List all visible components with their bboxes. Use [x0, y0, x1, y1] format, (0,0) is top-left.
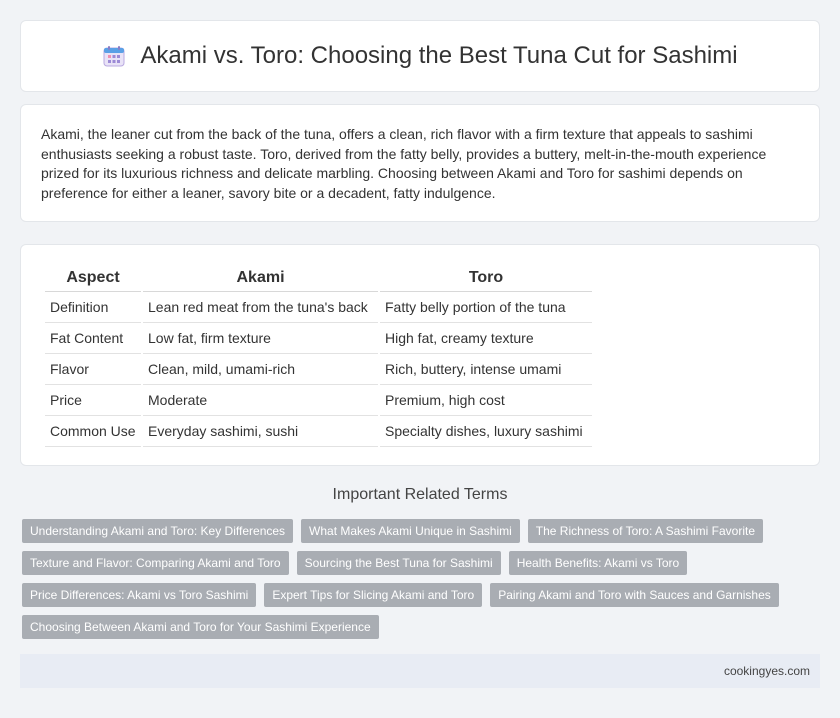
table-row: Price Moderate Premium, high cost: [45, 385, 592, 416]
calendar-icon: [102, 44, 126, 68]
footer-site-name: cookingyes.com: [723, 664, 810, 678]
related-term-tag[interactable]: The Richness of Toro: A Sashimi Favorite: [527, 519, 764, 543]
related-term-tag[interactable]: Texture and Flavor: Comparing Akami and …: [22, 551, 289, 575]
related-term-tag[interactable]: Health Benefits: Akami vs Toro: [508, 551, 688, 575]
table-cell: Flavor: [45, 354, 141, 385]
table-cell: Definition: [45, 292, 141, 323]
comparison-table: Aspect Akami Toro Definition Lean red me…: [43, 265, 594, 447]
footer: cookingyes.com: [20, 654, 820, 688]
column-header-toro: Toro: [380, 265, 592, 292]
table-header-row: Aspect Akami Toro: [45, 265, 592, 292]
related-term-tag[interactable]: Price Differences: Akami vs Toro Sashimi: [22, 583, 257, 607]
related-term-tag[interactable]: Sourcing the Best Tuna for Sashimi: [296, 551, 501, 575]
table-row: Fat Content Low fat, firm texture High f…: [45, 323, 592, 354]
table-cell: High fat, creamy texture: [380, 323, 592, 354]
table-cell: Moderate: [143, 385, 378, 416]
table-row: Definition Lean red meat from the tuna's…: [45, 292, 592, 323]
table-row: Common Use Everyday sashimi, sushi Speci…: [45, 416, 592, 447]
table-cell: Clean, mild, umami-rich: [143, 354, 378, 385]
table-row: Flavor Clean, mild, umami-rich Rich, but…: [45, 354, 592, 385]
intro-card: Akami, the leaner cut from the back of t…: [20, 104, 820, 222]
table-cell: Price: [45, 385, 141, 416]
related-term-tag[interactable]: Choosing Between Akami and Toro for Your…: [22, 615, 379, 639]
table-cell: Low fat, firm texture: [143, 323, 378, 354]
related-terms-title: Important Related Terms: [332, 486, 508, 503]
related-term-tag[interactable]: What Makes Akami Unique in Sashimi: [301, 519, 520, 543]
table-cell: Lean red meat from the tuna's back: [143, 292, 378, 323]
table-cell: Common Use: [45, 416, 141, 447]
related-term-tag[interactable]: Understanding Akami and Toro: Key Differ…: [22, 519, 294, 543]
table-cell: Fatty belly portion of the tuna: [380, 292, 592, 323]
related-term-tag[interactable]: Pairing Akami and Toro with Sauces and G…: [490, 583, 779, 607]
column-header-aspect: Aspect: [45, 265, 141, 292]
comparison-card: Aspect Akami Toro Definition Lean red me…: [20, 244, 820, 466]
column-header-akami: Akami: [143, 265, 378, 292]
intro-text: Akami, the leaner cut from the back of t…: [41, 126, 767, 201]
related-term-tag[interactable]: Expert Tips for Slicing Akami and Toro: [264, 583, 483, 607]
table-cell: Premium, high cost: [380, 385, 592, 416]
table-cell: Rich, buttery, intense umami: [380, 354, 592, 385]
table-cell: Everyday sashimi, sushi: [143, 416, 378, 447]
header-card: Akami vs. Toro: Choosing the Best Tuna C…: [20, 20, 820, 92]
related-terms-tags: Understanding Akami and Toro: Key Differ…: [22, 519, 812, 639]
table-cell: Fat Content: [45, 323, 141, 354]
header: Akami vs. Toro: Choosing the Best Tuna C…: [102, 42, 738, 70]
table-cell: Specialty dishes, luxury sashimi: [380, 416, 592, 447]
page-title: Akami vs. Toro: Choosing the Best Tuna C…: [140, 42, 738, 69]
